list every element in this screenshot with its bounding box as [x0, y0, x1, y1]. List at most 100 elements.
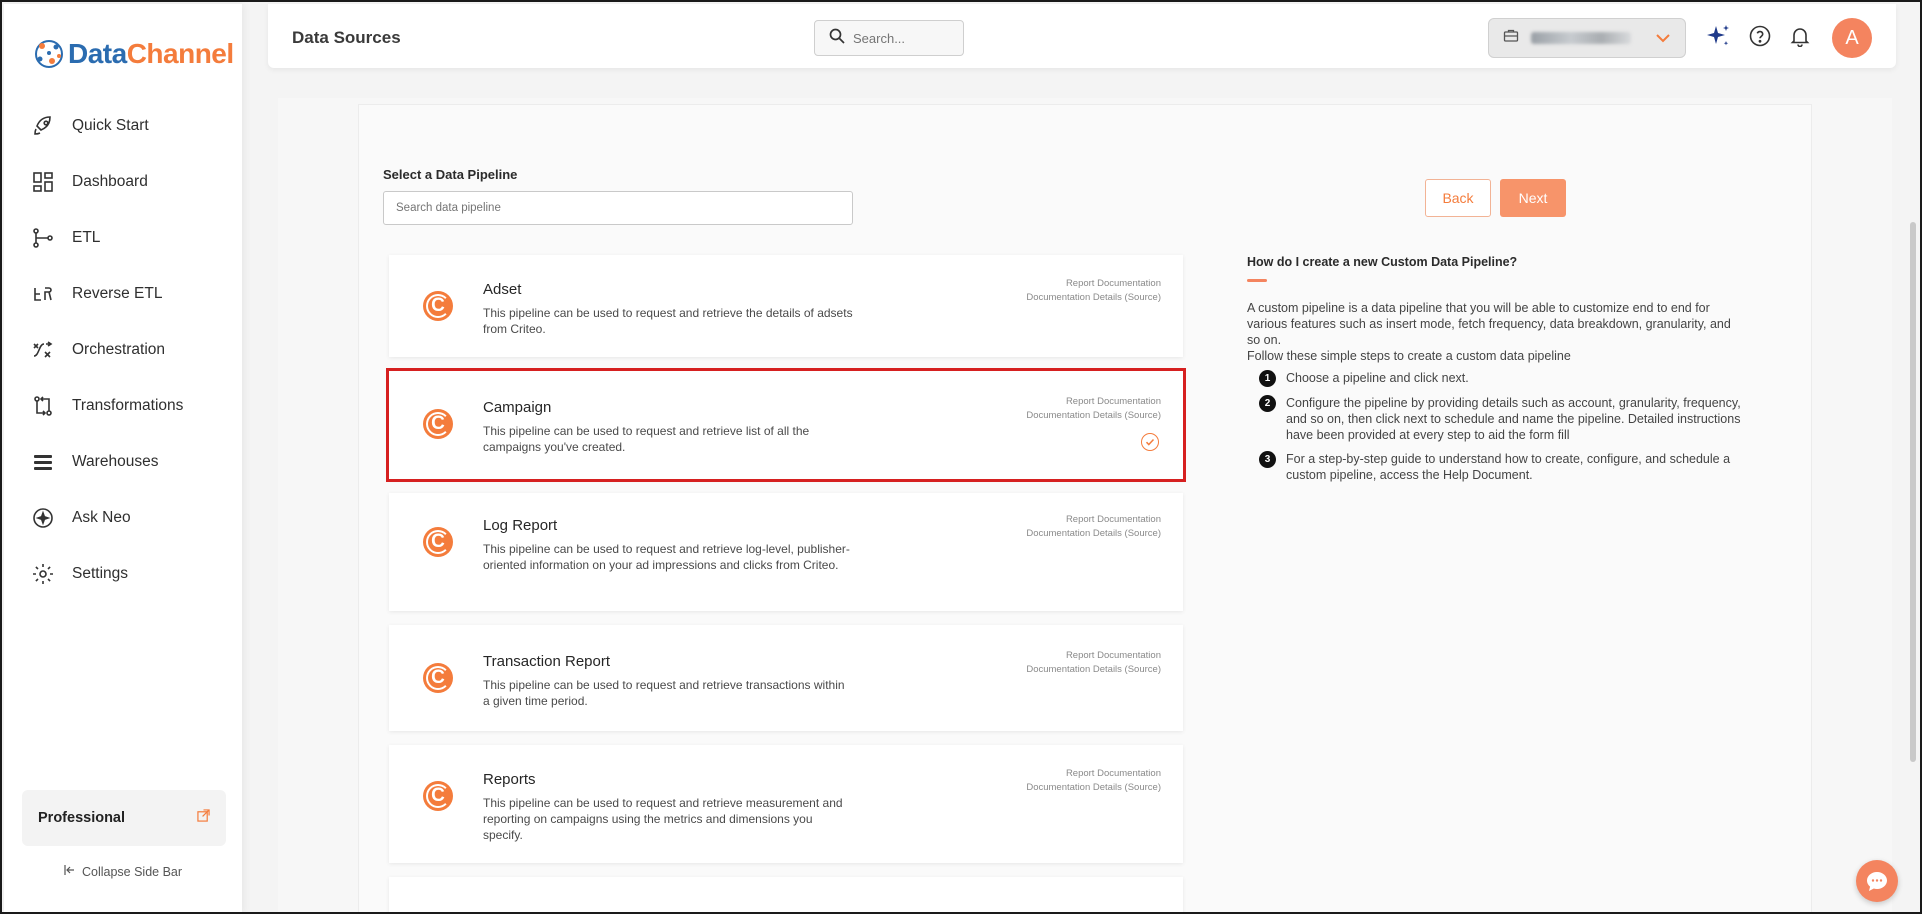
- step-text: Configure the pipeline by providing deta…: [1286, 396, 1741, 442]
- pipeline-card-reports[interactable]: C Reports This pipeline can be used to r…: [389, 745, 1183, 863]
- back-button[interactable]: Back: [1425, 179, 1491, 217]
- help-intro: A custom pipeline is a data pipeline tha…: [1247, 301, 1731, 347]
- global-search-input[interactable]: [853, 30, 943, 46]
- sidebar-item-ask-neo[interactable]: Ask Neo: [4, 490, 242, 546]
- criteo-logo-icon: C: [423, 527, 453, 557]
- criteo-logo-icon: C: [423, 781, 453, 811]
- help-step: 3 For a step-by-step guide to understand…: [1247, 451, 1747, 483]
- dashboard-icon: [30, 169, 56, 195]
- page-scrollbar[interactable]: [1910, 222, 1916, 762]
- pipeline-description: This pipeline can be used to request and…: [483, 424, 810, 454]
- external-link-icon[interactable]: [197, 809, 210, 827]
- pipeline-doc-links: Report Documentation Documentation Detai…: [1026, 277, 1161, 304]
- report-documentation-link[interactable]: Report Documentation: [1026, 395, 1161, 409]
- question-circle-icon: [1749, 25, 1771, 47]
- app-frame: DataChannel Quick Start Dashboard ETL Re…: [0, 0, 1922, 914]
- help-step: 1 Choose a pipeline and click next.: [1247, 370, 1747, 387]
- sidebar-item-dashboard[interactable]: Dashboard: [4, 154, 242, 210]
- step-text: For a step-by-step guide to understand h…: [1286, 452, 1731, 482]
- sidebar-nav: Quick Start Dashboard ETL Reverse ETL Or…: [4, 98, 242, 602]
- pipeline-description: This pipeline can be used to request and…: [483, 306, 853, 336]
- pipeline-description: This pipeline can be used to request and…: [483, 796, 843, 842]
- global-search[interactable]: [814, 20, 964, 56]
- logo[interactable]: DataChannel: [32, 37, 234, 71]
- documentation-details-link[interactable]: Documentation Details (Source): [1026, 781, 1161, 795]
- rocket-icon: [30, 113, 56, 139]
- pipeline-title: Reports: [483, 771, 536, 788]
- logo-text: DataChannel: [68, 38, 234, 69]
- gear-icon: [30, 561, 56, 587]
- step-number: 3: [1259, 451, 1276, 468]
- pipeline-doc-links: Report Documentation Documentation Detai…: [1026, 649, 1161, 676]
- pipeline-title: Transaction Report: [483, 653, 611, 670]
- criteo-logo-icon: C: [423, 663, 453, 693]
- help-title-underline: [1247, 279, 1267, 282]
- sidebar-item-etl[interactable]: ETL: [4, 210, 242, 266]
- pipeline-description: This pipeline can be used to request and…: [483, 678, 845, 708]
- help-title: How do I create a new Custom Data Pipeli…: [1247, 255, 1518, 269]
- search-icon: [829, 28, 845, 49]
- sidebar-item-reverse-etl[interactable]: Reverse ETL: [4, 266, 242, 322]
- documentation-details-link[interactable]: Documentation Details (Source): [1026, 291, 1161, 305]
- briefcase-icon: [1503, 28, 1519, 49]
- next-button[interactable]: Next: [1500, 179, 1566, 217]
- pipeline-list: C Adset This pipeline can be used to req…: [386, 255, 1186, 912]
- sparkle-icon: [30, 505, 56, 531]
- account-name-redacted: [1531, 32, 1631, 44]
- help-button[interactable]: [1746, 22, 1774, 50]
- report-documentation-link[interactable]: Report Documentation: [1026, 649, 1161, 663]
- pipeline-search-input[interactable]: [383, 191, 853, 225]
- sidebar-item-orchestration[interactable]: Orchestration: [4, 322, 242, 378]
- help-steps: 1 Choose a pipeline and click next. 2 Co…: [1247, 370, 1747, 483]
- report-documentation-link[interactable]: Report Documentation: [1026, 513, 1161, 527]
- pipeline-title: Log Report: [483, 517, 558, 534]
- chat-bubble-icon: [1867, 872, 1887, 891]
- pipeline-card-log-report[interactable]: C Log Report This pipeline can be used t…: [389, 493, 1183, 611]
- plan-name: Professional: [38, 810, 126, 826]
- reverse-etl-icon: [30, 281, 56, 307]
- pipeline-card-campaign[interactable]: C Campaign This pipeline can be used to …: [386, 368, 1186, 482]
- select-pipeline-label: Select a Data Pipeline: [383, 167, 518, 182]
- sidebar-item-quick-start[interactable]: Quick Start: [4, 98, 242, 154]
- avatar[interactable]: A: [1832, 18, 1872, 58]
- chat-button[interactable]: [1856, 860, 1898, 902]
- help-step: 2 Configure the pipeline by providing de…: [1247, 395, 1747, 443]
- transformations-icon: [30, 393, 56, 419]
- bell-icon: [1790, 28, 1810, 47]
- selected-check-icon: [1141, 433, 1159, 451]
- etl-icon: [30, 225, 56, 251]
- sidebar-item-warehouses[interactable]: Warehouses: [4, 434, 242, 490]
- report-documentation-link[interactable]: Report Documentation: [1026, 277, 1161, 291]
- sidebar-item-transformations[interactable]: Transformations: [4, 378, 242, 434]
- pipeline-title: Campaign: [483, 399, 552, 416]
- ai-sparkle-button[interactable]: [1704, 22, 1732, 50]
- documentation-details-link[interactable]: Documentation Details (Source): [1026, 663, 1161, 677]
- pipeline-doc-links: Report Documentation Documentation Detai…: [1026, 767, 1161, 794]
- pipeline-card-adset[interactable]: C Adset This pipeline can be used to req…: [389, 255, 1183, 357]
- pipeline-title: Adset: [483, 281, 522, 298]
- pipeline-doc-links: Report Documentation Documentation Detai…: [1026, 513, 1161, 540]
- account-selector[interactable]: [1488, 18, 1686, 58]
- main-content: Select a Data Pipeline Back Next C Adset…: [278, 98, 1892, 912]
- pipeline-description: This pipeline can be used to request and…: [483, 542, 850, 572]
- step-text: Choose a pipeline and click next.: [1286, 371, 1469, 385]
- warehouses-icon: [30, 449, 56, 475]
- plan-card[interactable]: Professional: [22, 790, 226, 846]
- report-documentation-link[interactable]: Report Documentation: [1026, 767, 1161, 781]
- sparkle-icon: [1707, 25, 1729, 46]
- notifications-button[interactable]: [1786, 22, 1814, 50]
- pipeline-card-partial[interactable]: [389, 877, 1183, 912]
- orchestration-icon: [30, 337, 56, 363]
- step-number: 1: [1259, 370, 1276, 387]
- sidebar: DataChannel Quick Start Dashboard ETL Re…: [4, 4, 242, 912]
- help-subtitle: Follow these simple steps to create a cu…: [1247, 349, 1571, 363]
- criteo-logo-icon: C: [423, 409, 453, 439]
- pipeline-card-transaction-report[interactable]: C Transaction Report This pipeline can b…: [389, 625, 1183, 731]
- logo-icon: [35, 40, 63, 68]
- collapse-sidebar-button[interactable]: Collapse Side Bar: [4, 864, 242, 879]
- sidebar-item-settings[interactable]: Settings: [4, 546, 242, 602]
- documentation-details-link[interactable]: Documentation Details (Source): [1026, 527, 1161, 541]
- documentation-details-link[interactable]: Documentation Details (Source): [1026, 409, 1161, 423]
- collapse-arrow-icon: [64, 864, 76, 879]
- help-panel: How do I create a new Custom Data Pipeli…: [1247, 255, 1747, 491]
